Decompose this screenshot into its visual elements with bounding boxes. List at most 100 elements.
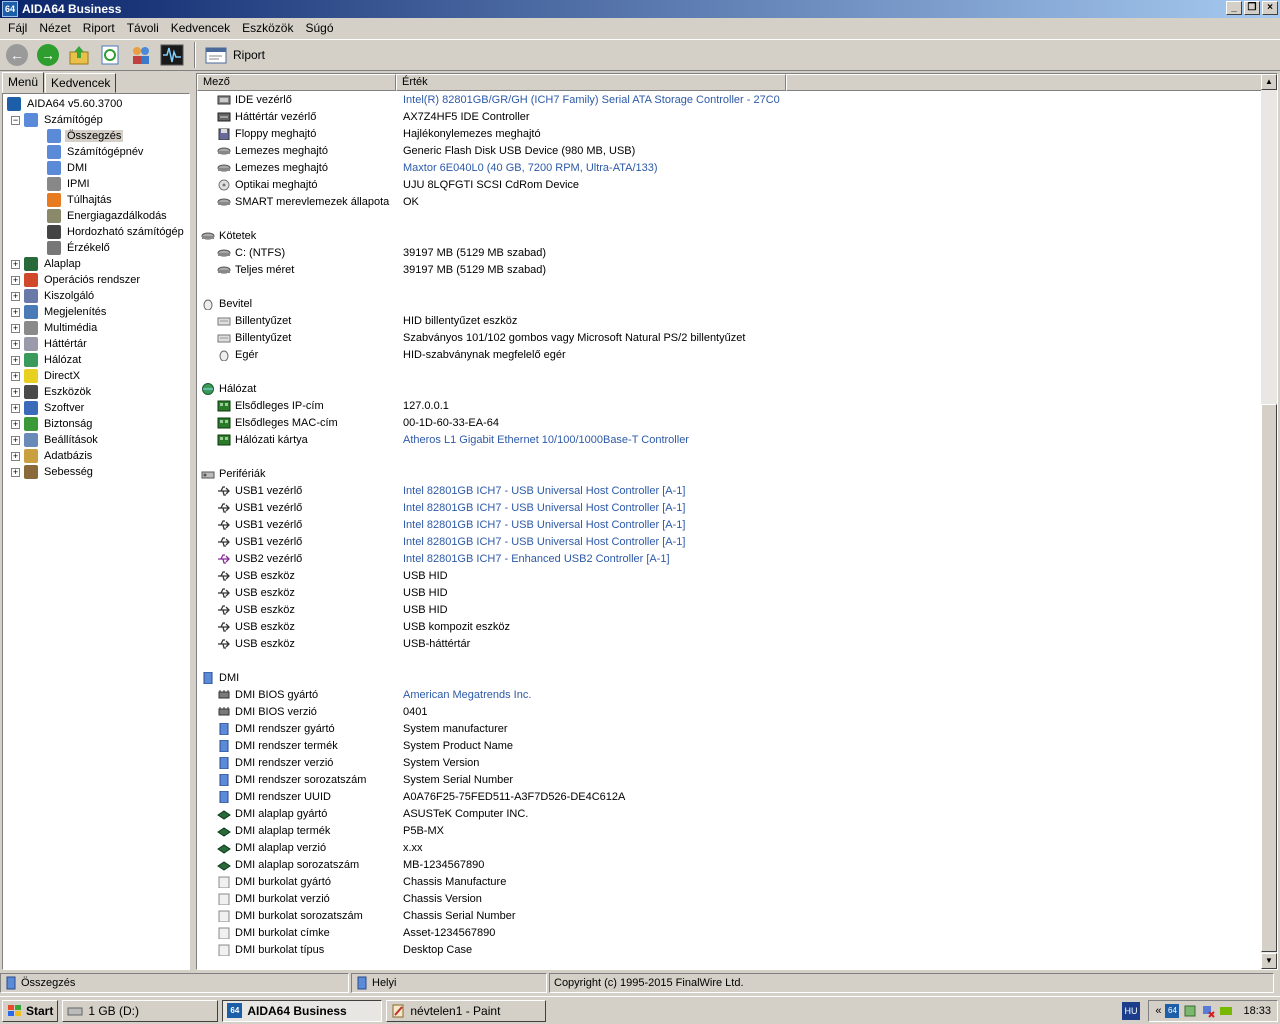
tray-network-icon[interactable]: [1183, 1004, 1197, 1018]
list-row[interactable]: C: (NTFS) 39197 MB (5129 MB szabad): [197, 245, 1261, 262]
list-row[interactable]: SMART merevlemezek állapota OK: [197, 194, 1261, 211]
list-row[interactable]: Teljes méret 39197 MB (5129 MB szabad): [197, 262, 1261, 279]
value-link[interactable]: Maxtor 6E040L0 (40 GB, 7200 RPM, Ultra-A…: [403, 162, 658, 174]
tree-item-section[interactable]: + Operációs rendszer: [3, 272, 189, 288]
list-row[interactable]: USB1 vezérlő Intel 82801GB ICH7 - USB Uni…: [197, 500, 1261, 517]
tray-disconnected-network-icon[interactable]: [1201, 1004, 1216, 1018]
tree-item-section[interactable]: + Adatbázis: [3, 448, 189, 464]
column-header-field[interactable]: Mező: [197, 74, 396, 91]
tree-item-section[interactable]: + Háttértár: [3, 336, 189, 352]
value-link[interactable]: Intel 82801GB ICH7 - USB Universal Host …: [403, 485, 685, 497]
tree-item-computer-child[interactable]: Összegzés: [3, 128, 189, 144]
list-row[interactable]: Hálózati kártya Atheros L1 Gigabit Ethern…: [197, 432, 1261, 449]
taskbar-item-paint[interactable]: névtelen1 - Paint: [386, 999, 547, 1022]
category-row[interactable]: Hálózat: [197, 381, 1261, 398]
navigation-tree[interactable]: AIDA64 v5.60.3700− Számítógép Összegzés Szá…: [2, 93, 190, 970]
list-row[interactable]: DMI alaplap verzió x.xx: [197, 840, 1261, 857]
scroll-up-button[interactable]: ▲: [1261, 74, 1277, 90]
tab-favorites[interactable]: Kedvencek: [45, 73, 117, 93]
tray-nvidia-icon[interactable]: [1219, 1004, 1233, 1018]
expand-toggle-icon[interactable]: +: [11, 355, 20, 365]
value-link[interactable]: American Megatrends Inc.: [403, 689, 531, 701]
vertical-scrollbar[interactable]: ▲ ▼: [1261, 74, 1277, 969]
tree-item-section[interactable]: + Alaplap: [3, 256, 189, 272]
expand-toggle-icon[interactable]: −: [11, 115, 20, 125]
list-row[interactable]: DMI burkolat sorozatszám Chassis Serial N…: [197, 908, 1261, 925]
list-row[interactable]: Floppy meghajtó Hajlékonylemezes meghajtó: [197, 126, 1261, 143]
refresh-button[interactable]: [96, 41, 124, 69]
expand-toggle-icon[interactable]: +: [11, 419, 20, 429]
category-row[interactable]: Kötetek: [197, 228, 1261, 245]
tree-item-computer-child[interactable]: Érzékelő: [3, 240, 189, 256]
tree-item-section[interactable]: + Sebesség: [3, 464, 189, 480]
tree-item-computer[interactable]: − Számítógép: [3, 112, 189, 128]
users-button[interactable]: [127, 41, 155, 69]
list-row[interactable]: USB eszköz USB HID: [197, 585, 1261, 602]
value-link[interactable]: Intel 82801GB ICH7 - USB Universal Host …: [403, 536, 685, 548]
tray-aida64-icon[interactable]: 64: [1165, 1004, 1180, 1018]
expand-toggle-icon[interactable]: +: [11, 387, 20, 397]
tree-item-section[interactable]: + Biztonság: [3, 416, 189, 432]
restore-button[interactable]: ❐: [1244, 1, 1260, 15]
list-row[interactable]: Lemezes meghajtó Generic Flash Disk USB D…: [197, 143, 1261, 160]
menu-view[interactable]: Nézet: [33, 21, 76, 35]
tab-menu[interactable]: Menü: [2, 72, 45, 93]
column-header-value[interactable]: Érték: [396, 74, 786, 91]
list-row[interactable]: DMI burkolat típus Desktop Case: [197, 942, 1261, 959]
menu-favorites[interactable]: Kedvencek: [165, 21, 236, 35]
start-button[interactable]: Start: [2, 999, 59, 1022]
list-row[interactable]: DMI burkolat verzió Chassis Version: [197, 891, 1261, 908]
report-button[interactable]: Riport: [201, 45, 269, 65]
list-row[interactable]: Egér HID-szabványnak megfelelő egér: [197, 347, 1261, 364]
list-row[interactable]: DMI alaplap sorozatszám MB-1234567890: [197, 857, 1261, 874]
value-link[interactable]: Atheros L1 Gigabit Ethernet 10/100/1000B…: [403, 434, 689, 446]
tree-item-section[interactable]: + Multimédia: [3, 320, 189, 336]
tree-item-section[interactable]: + Szoftver: [3, 400, 189, 416]
expand-toggle-icon[interactable]: +: [11, 291, 20, 301]
tree-item-computer-child[interactable]: IPMI: [3, 176, 189, 192]
value-link[interactable]: Intel 82801GB ICH7 - Enhanced USB2 Contr…: [403, 553, 670, 565]
list-row[interactable]: USB1 vezérlő Intel 82801GB ICH7 - USB Uni…: [197, 517, 1261, 534]
scroll-down-button[interactable]: ▼: [1261, 953, 1277, 969]
list-row[interactable]: DMI rendszer gyártó System manufacturer: [197, 721, 1261, 738]
list-row[interactable]: Elsődleges IP-cím 127.0.0.1: [197, 398, 1261, 415]
tree-item-section[interactable]: + Megjelenítés: [3, 304, 189, 320]
tree-item-computer-child[interactable]: Túlhajtás: [3, 192, 189, 208]
list-row[interactable]: DMI BIOS gyártó American Megatrends Inc.: [197, 687, 1261, 704]
value-link[interactable]: Intel 82801GB ICH7 - USB Universal Host …: [403, 519, 685, 531]
menu-file[interactable]: Fájl: [2, 21, 33, 35]
list-row[interactable]: DMI rendszer verzió System Version: [197, 755, 1261, 772]
up-button[interactable]: [65, 41, 93, 69]
category-row[interactable]: Bevitel: [197, 296, 1261, 313]
list-row[interactable]: DMI burkolat címke Asset-1234567890: [197, 925, 1261, 942]
taskbar-item-drive[interactable]: 1 GB (D:): [62, 999, 219, 1022]
tree-item-section[interactable]: + Hálózat: [3, 352, 189, 368]
list-row[interactable]: USB2 vezérlő Intel 82801GB ICH7 - Enhance…: [197, 551, 1261, 568]
close-button[interactable]: ×: [1262, 1, 1278, 15]
tree-item-section[interactable]: + Eszközök: [3, 384, 189, 400]
expand-toggle-icon[interactable]: +: [11, 403, 20, 413]
value-link[interactable]: Intel(R) 82801GB/GR/GH (ICH7 Family) Ser…: [403, 94, 780, 106]
tray-expand-icon[interactable]: «: [1155, 1005, 1161, 1017]
list-row[interactable]: DMI alaplap gyártó ASUSTeK Computer INC.: [197, 806, 1261, 823]
list-row[interactable]: IDE vezérlő Intel(R) 82801GB/GR/GH (ICH7 …: [197, 92, 1261, 109]
back-button[interactable]: ←: [3, 41, 31, 69]
minimize-button[interactable]: _: [1226, 1, 1242, 15]
expand-toggle-icon[interactable]: +: [11, 451, 20, 461]
taskbar-item-aida64[interactable]: 64 AIDA64 Business: [222, 999, 383, 1022]
category-row[interactable]: DMI: [197, 670, 1261, 687]
list-row[interactable]: DMI burkolat gyártó Chassis Manufacture: [197, 874, 1261, 891]
list-row[interactable]: USB eszköz USB kompozit eszköz: [197, 619, 1261, 636]
tree-item-computer-child[interactable]: DMI: [3, 160, 189, 176]
list-row[interactable]: DMI alaplap termék P5B-MX: [197, 823, 1261, 840]
list-row[interactable]: USB eszköz USB-háttértár: [197, 636, 1261, 653]
list-row[interactable]: USB eszköz USB HID: [197, 568, 1261, 585]
list-row[interactable]: DMI BIOS verzió 0401: [197, 704, 1261, 721]
expand-toggle-icon[interactable]: +: [11, 275, 20, 285]
tree-item-computer-child[interactable]: Hordozható számítógép: [3, 224, 189, 240]
menu-help[interactable]: Súgó: [299, 21, 339, 35]
scroll-thumb[interactable]: [1261, 404, 1277, 952]
list-row[interactable]: Billentyűzet Szabványos 101/102 gombos va…: [197, 330, 1261, 347]
tree-item-computer-child[interactable]: Energiagazdálkodás: [3, 208, 189, 224]
list-row[interactable]: USB1 vezérlő Intel 82801GB ICH7 - USB Uni…: [197, 483, 1261, 500]
